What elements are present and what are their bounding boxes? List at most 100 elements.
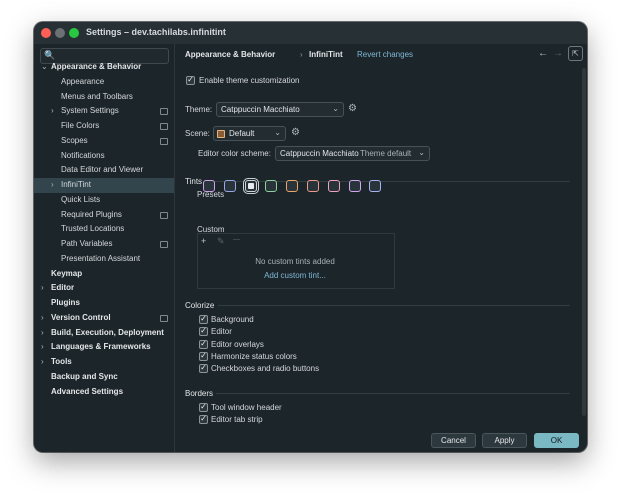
- sidebar-item[interactable]: Keymap: [34, 267, 174, 282]
- vertical-scrollbar[interactable]: [582, 68, 586, 416]
- chevron-right-icon[interactable]: ›: [41, 357, 44, 366]
- check-icon: ✓: [200, 314, 207, 323]
- back-arrow-icon[interactable]: ←: [538, 48, 548, 59]
- scene-dropdown[interactable]: Default ⌄: [213, 126, 286, 141]
- scene-color-swatch: [217, 130, 225, 138]
- sidebar-item[interactable]: Appearance: [34, 75, 174, 90]
- sidebar-item[interactable]: Path Variables: [34, 237, 174, 252]
- sidebar-item[interactable]: Plugins: [34, 296, 174, 311]
- sidebar-item-label: File Colors: [61, 121, 100, 130]
- chevron-down-icon: ⌄: [332, 104, 339, 113]
- chevron-right-icon[interactable]: ›: [41, 342, 44, 351]
- sidebar-item[interactable]: › Version Control: [34, 311, 174, 326]
- scene-value: Default: [229, 129, 255, 138]
- chevron-right-icon[interactable]: ›: [41, 283, 44, 292]
- title-bar: Settings – dev.tachilabs.infinitint: [34, 22, 587, 44]
- sidebar-item[interactable]: ⌄ Appearance & Behavior: [34, 60, 174, 75]
- project-level-icon: [160, 137, 168, 145]
- sidebar-item[interactable]: › Tools: [34, 355, 174, 370]
- scene-gear-icon[interactable]: ⚙: [291, 127, 300, 138]
- theme-label: Theme:: [185, 105, 213, 114]
- pin-window-button[interactable]: ⇱: [568, 46, 583, 61]
- theme-gear-icon[interactable]: ⚙: [348, 103, 357, 114]
- tint-preset-swatch[interactable]: [369, 180, 382, 192]
- zoom-window-button[interactable]: [69, 28, 79, 38]
- sidebar-item[interactable]: File Colors: [34, 119, 174, 134]
- option-checkbox[interactable]: ✓: [199, 326, 208, 337]
- check-icon: ✓: [200, 402, 207, 411]
- option-checkbox[interactable]: ✓: [199, 363, 208, 373]
- option-checkbox[interactable]: ✓: [199, 339, 208, 349]
- borders-section-title: Borders: [185, 389, 214, 398]
- sidebar-item[interactable]: Presentation Assistant: [34, 252, 174, 267]
- project-level-icon: [160, 314, 168, 322]
- sidebar-item-label: Plugins: [51, 298, 80, 307]
- sidebar-item-label: Build, Execution, Deployment: [51, 327, 164, 337]
- option-label: Background: [211, 315, 254, 324]
- apply-button[interactable]: Apply: [482, 433, 527, 448]
- chevron-right-icon[interactable]: ›: [51, 106, 54, 115]
- option-checkbox[interactable]: ✓: [199, 351, 208, 361]
- tint-preset-swatch[interactable]: [348, 180, 361, 192]
- minimize-window-button[interactable]: [55, 28, 65, 38]
- remove-icon[interactable]: —: [233, 236, 240, 243]
- editor-color-scheme-value: Catppuccin Macchiato: [280, 149, 359, 158]
- chevron-right-icon[interactable]: ›: [51, 180, 54, 189]
- sidebar-item[interactable]: Backup and Sync: [34, 370, 174, 385]
- sidebar-item-label: Version Control: [51, 312, 111, 322]
- edit-icon[interactable]: ✎: [217, 236, 225, 247]
- sidebar-item[interactable]: › Build, Execution, Deployment: [34, 326, 174, 341]
- sidebar-item[interactable]: Advanced Settings: [34, 385, 174, 400]
- project-level-icon: [160, 123, 168, 130]
- tint-preset-swatch[interactable]: [307, 180, 319, 192]
- sidebar-item-label: Path Variables: [61, 239, 113, 248]
- sidebar-item[interactable]: Trusted Locations: [34, 222, 174, 237]
- theme-dropdown[interactable]: Catppuccin Macchiato ⌄: [216, 102, 344, 117]
- sidebar-item[interactable]: Notifications: [34, 149, 174, 164]
- sidebar-item-label: Keymap: [51, 268, 83, 278]
- sidebar-item[interactable]: › System Settings: [34, 104, 174, 119]
- tint-preset-swatch[interactable]: [286, 180, 299, 192]
- sidebar-item[interactable]: Data Editor and Viewer: [34, 163, 174, 178]
- breadcrumb-parent[interactable]: Appearance & Behavior: [185, 50, 275, 59]
- section-divider: [210, 181, 570, 182]
- chevron-down-icon[interactable]: ⌄: [41, 62, 48, 71]
- sidebar-item[interactable]: › Editor: [34, 281, 174, 296]
- sidebar-item-label: Appearance & Behavior: [51, 62, 142, 71]
- enable-theme-customization-checkbox[interactable]: ✓: [186, 75, 195, 85]
- sidebar-item-label: Trusted Locations: [61, 224, 125, 234]
- sidebar-item[interactable]: › InfiniTint: [34, 178, 174, 193]
- option-checkbox[interactable]: ✓: [199, 414, 208, 424]
- check-icon: ✓: [200, 363, 207, 372]
- sidebar-item[interactable]: Quick Lists: [34, 193, 174, 208]
- option-checkbox[interactable]: ✓: [199, 314, 208, 324]
- sidebar-item[interactable]: Scopes: [34, 134, 174, 149]
- chevron-right-icon[interactable]: ›: [41, 313, 44, 322]
- tint-preset-swatch[interactable]: [203, 180, 215, 192]
- tint-preset-swatch[interactable]: [223, 180, 236, 192]
- ok-button[interactable]: OK: [534, 433, 579, 448]
- sidebar-item-label: Editor: [51, 283, 75, 293]
- option-label: Checkboxes and radio buttons: [211, 364, 320, 373]
- tint-preset-swatch[interactable]: [265, 180, 278, 192]
- sidebar-item-label: Required Plugins: [61, 209, 122, 219]
- editor-color-scheme-dropdown[interactable]: Catppuccin Macchiato Theme default ⌄: [275, 146, 430, 161]
- section-divider: [218, 305, 570, 306]
- sidebar-item-label: System Settings: [61, 106, 119, 116]
- window-title: Settings – dev.tachilabs.infinitint: [86, 27, 226, 37]
- tint-preset-swatch[interactable]: [327, 180, 340, 192]
- sidebar-item-label: Presentation Assistant: [61, 253, 141, 263]
- sidebar-item[interactable]: Required Plugins: [34, 208, 174, 223]
- add-custom-tint-link[interactable]: Add custom tint...: [197, 271, 393, 280]
- sidebar-item[interactable]: Menus and Toolbars: [34, 90, 174, 105]
- revert-changes-link[interactable]: Revert changes: [357, 50, 413, 59]
- tint-preset-swatch[interactable]: [242, 178, 259, 194]
- selected-indicator-icon: [247, 183, 254, 189]
- cancel-button[interactable]: Cancel: [431, 433, 476, 448]
- option-checkbox[interactable]: ✓: [199, 402, 208, 412]
- close-window-button[interactable]: [41, 28, 51, 38]
- sidebar-item[interactable]: › Languages & Frameworks: [34, 340, 174, 355]
- forward-arrow-icon[interactable]: →: [553, 48, 563, 59]
- add-icon[interactable]: +: [201, 236, 206, 246]
- chevron-right-icon[interactable]: ›: [41, 328, 44, 337]
